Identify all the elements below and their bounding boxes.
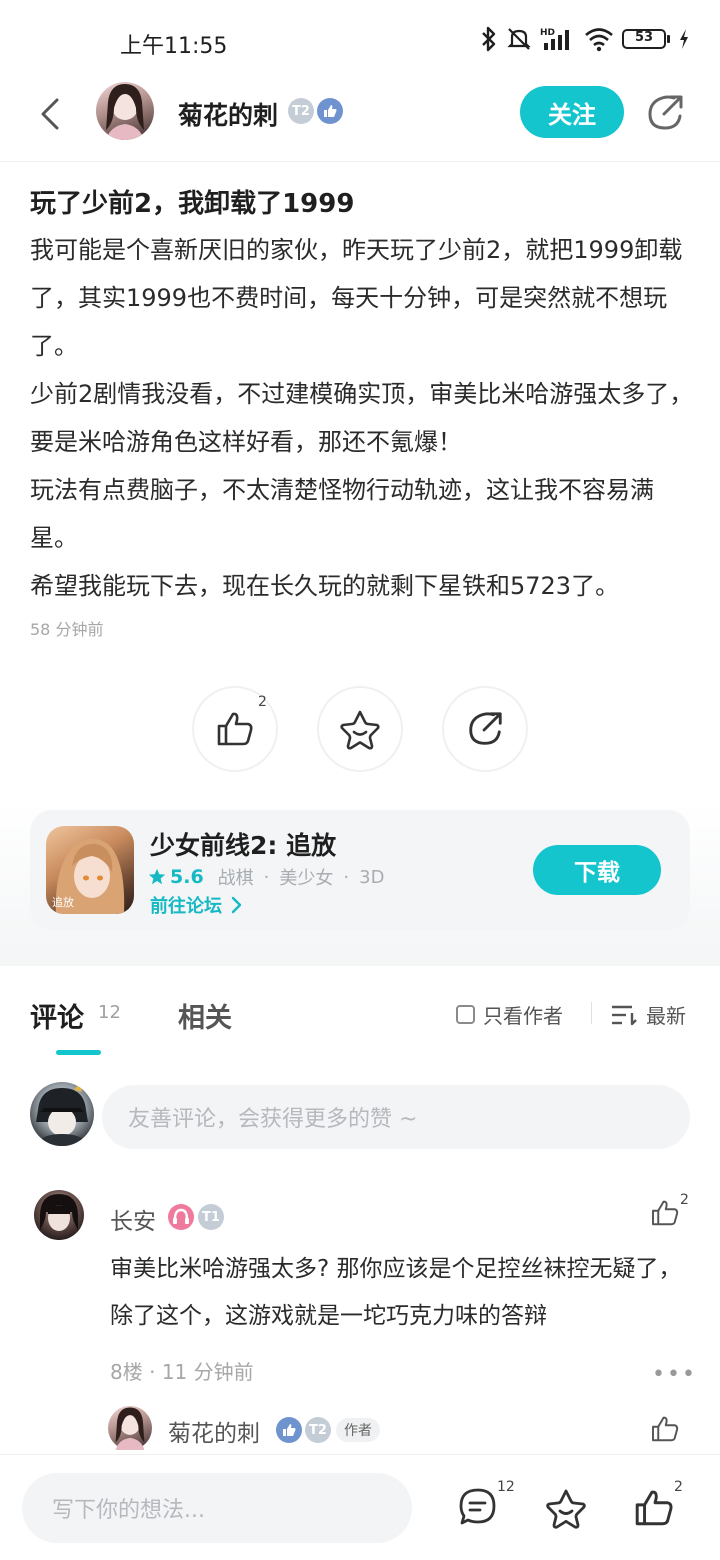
chevron-left-icon <box>41 98 59 130</box>
author-only-label: 只看作者 <box>483 1004 563 1028</box>
charging-icon <box>678 28 690 50</box>
share-button[interactable] <box>442 686 528 772</box>
thumbs-up-icon <box>652 1416 679 1442</box>
star-icon <box>546 1489 586 1529</box>
game-tag: 美少女 <box>279 868 334 889</box>
post-paragraph: 玩法有点费脑子，不太清楚怪物行动轨迹，这让我不容易满星。 <box>30 476 654 552</box>
game-icon-tag: 追放 <box>52 896 74 909</box>
comment-floor: 8楼 <box>110 1360 143 1384</box>
comment-text: 审美比米哈游强太多? 那你应该是个足控丝袜控无疑了，除了这个，这游戏就是一坨巧克… <box>110 1256 682 1329</box>
status-time: 上午11:55 <box>120 34 228 59</box>
comment-like-button[interactable] <box>650 1198 680 1228</box>
thumb-badge-icon <box>276 1417 302 1443</box>
comment-icon <box>459 1488 496 1525</box>
battery-level: 53 <box>634 30 654 45</box>
favorite-button[interactable] <box>545 1487 586 1529</box>
author-name[interactable]: 菊花的刺 <box>178 96 278 132</box>
comment-input-row: 友善评论，会获得更多的赞 ~ <box>0 1082 720 1152</box>
comment-input[interactable]: 友善评论，会获得更多的赞 ~ <box>102 1085 690 1149</box>
favorite-button[interactable] <box>317 686 403 772</box>
commenter-name[interactable]: 长安 <box>110 1202 156 1236</box>
game-meta: 5.6 战棋 · 美少女 · 3D <box>148 864 384 890</box>
like-button[interactable] <box>633 1487 673 1527</box>
active-tab-indicator <box>56 1050 101 1055</box>
top-bar: 菊花的刺 T2 关注 <box>0 80 720 162</box>
post-paragraph: 少前2剧情我没看，不过建模确实顶，审美比米哈游强太多了，要是米哈游角色这样好看，… <box>30 380 694 456</box>
share-icon <box>469 712 502 745</box>
reply-name[interactable]: 菊花的刺 <box>168 1414 260 1448</box>
game-tag: 战棋 <box>217 868 254 889</box>
follow-button[interactable]: 关注 <box>520 86 624 138</box>
headphone-badge-icon <box>168 1204 194 1230</box>
bottom-bar: 写下你的想法... 12 2 <box>0 1454 720 1560</box>
status-bar: 上午11:55 HD 53 <box>0 0 720 80</box>
post-title: 玩了少前2，我卸载了1999 <box>30 189 355 219</box>
game-tag: 3D <box>359 866 385 888</box>
reply-like-button[interactable] <box>650 1414 680 1444</box>
game-title[interactable]: 少女前线2: 追放 <box>150 826 336 862</box>
game-card[interactable]: 追放 少女前线2: 追放 5.6 战棋 · 美少女 · 3D 前往论坛 下载 <box>30 810 690 930</box>
post-time: 58 分钟前 <box>30 620 104 639</box>
level-badge: T2 <box>305 1417 331 1443</box>
comment-like-count: 2 <box>680 1192 689 1208</box>
battery-icon: 53 <box>622 29 670 49</box>
user-avatar[interactable] <box>30 1082 94 1146</box>
author-only-checkbox[interactable] <box>456 1005 475 1024</box>
tab-comments[interactable]: 评论 <box>30 996 84 1035</box>
post-paragraph: 希望我能玩下去，现在长久玩的就剩下星铁和5723了。 <box>30 572 620 600</box>
reply-avatar[interactable] <box>108 1406 152 1450</box>
separator-dot: · <box>343 866 350 888</box>
download-button[interactable]: 下载 <box>533 845 661 895</box>
level-badge: T1 <box>198 1204 224 1230</box>
game-rating: 5.6 <box>170 866 204 888</box>
signal-icon: HD <box>540 26 576 52</box>
forum-link-label: 前往论坛 <box>150 896 222 917</box>
thumbs-up-icon <box>635 1490 673 1526</box>
reply-item: 菊花的刺 T2 作者 <box>0 1404 720 1454</box>
mute-bell-icon <box>506 26 532 52</box>
share-icon[interactable] <box>644 92 686 134</box>
comment-item: 长安 T1 2 审美比米哈游强太多? 那你应该是个足控丝袜控无疑了，除了这个，这… <box>0 1186 720 1387</box>
reply-input[interactable]: 写下你的想法... <box>22 1473 412 1543</box>
bottom-comment-count: 12 <box>497 1479 515 1495</box>
tab-related[interactable]: 相关 <box>178 996 232 1035</box>
post-actions: 2 <box>0 686 720 774</box>
post-paragraph: 我可能是个喜新厌旧的家伙，昨天玩了少前2，就把1999卸载了，其实1999也不费… <box>30 236 683 360</box>
post-body: 我可能是个喜新厌旧的家伙，昨天玩了少前2，就把1999卸载了，其实1999也不费… <box>30 226 695 610</box>
bottom-like-count: 2 <box>674 1479 683 1495</box>
thumbs-up-icon <box>217 712 253 746</box>
separator-dot: · <box>149 1360 162 1384</box>
like-count: 2 <box>258 694 267 710</box>
bluetooth-icon <box>480 26 498 52</box>
thumbs-up-icon <box>652 1200 679 1226</box>
chevron-right-icon <box>231 896 242 914</box>
svg-text:HD: HD <box>540 28 555 38</box>
sort-button[interactable]: 最新 <box>610 1000 686 1029</box>
comment-meta: 8楼 · 11 分钟前 <box>110 1356 254 1385</box>
status-icons: HD 53 <box>480 26 690 52</box>
divider <box>591 1002 592 1024</box>
post-content: 玩了少前2，我卸载了1999 我可能是个喜新厌旧的家伙，昨天玩了少前2，就把19… <box>30 184 695 640</box>
more-options-icon[interactable]: ••• <box>652 1362 697 1387</box>
game-icon[interactable]: 追放 <box>46 826 134 914</box>
comment-time: 11 分钟前 <box>161 1360 254 1384</box>
sort-icon <box>612 1005 637 1025</box>
forum-link[interactable]: 前往论坛 <box>150 892 244 918</box>
separator-dot: · <box>263 866 270 888</box>
level-badge: T2 <box>288 98 314 124</box>
comments-count: 12 <box>98 1002 121 1023</box>
sort-label: 最新 <box>646 1004 686 1028</box>
thumb-badge-icon <box>317 98 343 124</box>
comment-tabs: 评论 12 相关 只看作者 最新 <box>0 966 720 1060</box>
comment-button[interactable] <box>458 1487 498 1527</box>
back-button[interactable] <box>30 94 70 134</box>
wifi-icon <box>584 26 614 52</box>
rating-star-icon <box>148 868 166 885</box>
commenter-avatar[interactable] <box>34 1190 84 1240</box>
author-avatar[interactable] <box>96 82 154 140</box>
author-tag: 作者 <box>336 1418 380 1442</box>
star-icon <box>340 710 380 750</box>
author-only-toggle[interactable]: 只看作者 <box>456 1000 563 1029</box>
